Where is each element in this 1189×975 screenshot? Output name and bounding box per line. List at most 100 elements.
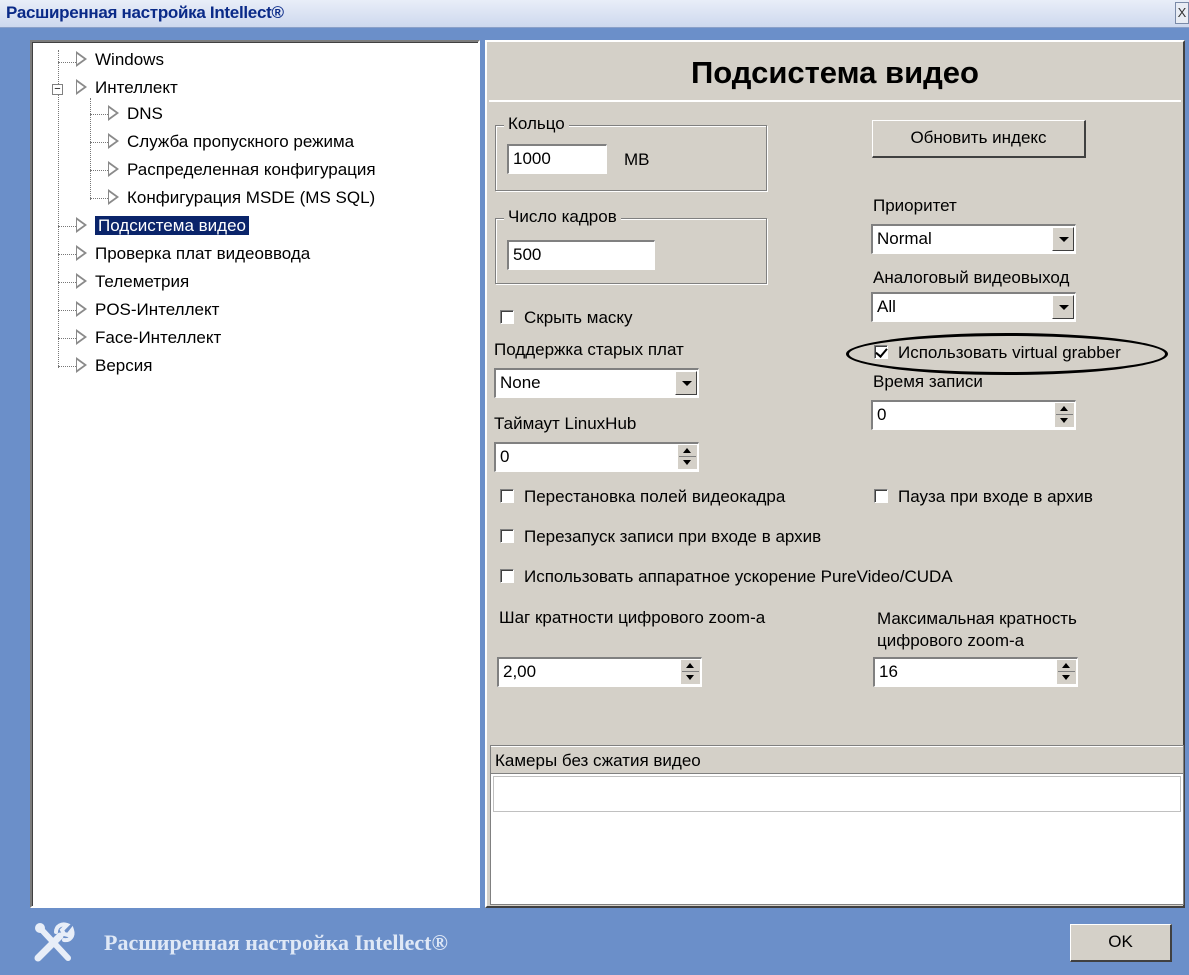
tree-item-label: Версия — [95, 356, 153, 375]
tree-connector — [90, 114, 108, 115]
tree-item-label: Windows — [95, 50, 164, 69]
triangle-right-icon — [108, 160, 119, 177]
tree-connector — [58, 366, 76, 367]
tree-connector — [90, 198, 108, 199]
footer-bar: Расширенная настройка Intellect® OK — [0, 912, 1189, 975]
triangle-right-icon — [76, 78, 87, 95]
analog-out-value: All — [877, 297, 896, 316]
highlight-ellipse — [846, 333, 1168, 375]
tree-connector — [58, 226, 76, 227]
record-time-spinner[interactable]: 0 — [871, 400, 1076, 430]
zoom-max-spinner[interactable]: 16 — [873, 657, 1078, 687]
restart-record-checkbox[interactable]: Перезапуск записи при входе в архив — [500, 527, 821, 547]
tree-item-label: Распределенная конфигурация — [127, 160, 376, 179]
pause-archive-checkbox[interactable]: Пауза при входе в архив — [874, 487, 1093, 507]
list-header[interactable]: Камеры без сжатия видео — [491, 746, 1183, 774]
tree-connector — [58, 254, 76, 255]
title-bar: Расширенная настройка Intellect® X — [0, 0, 1189, 28]
frames-count-input[interactable]: 500 — [507, 240, 655, 270]
tools-icon — [34, 922, 75, 962]
triangle-right-icon — [76, 328, 87, 345]
update-index-button[interactable]: Обновить индекс — [872, 120, 1086, 158]
tree-item-windows[interactable]: Windows — [76, 48, 164, 72]
hw-accel-checkbox[interactable]: Использовать аппаратное ускорение PureVi… — [500, 567, 953, 587]
dropdown-arrow-icon[interactable] — [675, 371, 697, 395]
tree-item-label: Телеметрия — [95, 272, 190, 291]
ok-button[interactable]: OK — [1070, 924, 1172, 962]
tree-item-label: Проверка плат видеоввода — [95, 244, 311, 263]
zoom-step-spinner[interactable]: 2,00 — [497, 657, 702, 687]
analog-out-label: Аналоговый видеовыход — [873, 268, 1070, 287]
tree-connector — [90, 142, 108, 143]
priority-value: Normal — [877, 229, 932, 248]
checkbox-icon — [500, 488, 514, 503]
zoom-max-value: 16 — [879, 662, 898, 681]
tree-connector — [58, 310, 76, 311]
linuxhub-timeout-label: Таймаут LinuxHub — [494, 414, 637, 433]
triangle-right-icon — [76, 272, 87, 289]
field-swap-label: Перестановка полей видеокадра — [524, 487, 786, 506]
frames-group-label: Число кадров — [504, 207, 621, 227]
hide-mask-label: Скрыть маску — [524, 308, 633, 327]
settings-tree[interactable]: − Windows Интеллект DNS Служба пропускно… — [30, 40, 480, 908]
legacy-boards-label: Поддержка старых плат — [494, 340, 684, 359]
triangle-right-icon — [76, 300, 87, 317]
tree-item-label: Интеллект — [95, 78, 178, 97]
ring-unit-label: MB — [624, 150, 650, 169]
tree-item-version[interactable]: Версия — [76, 354, 152, 378]
legacy-boards-select[interactable]: None — [494, 368, 699, 398]
tree-item-intellect[interactable]: Интеллект — [76, 76, 178, 100]
triangle-right-icon — [76, 50, 87, 67]
tree-connector — [90, 170, 108, 171]
tree-item-label: Face-Интеллект — [95, 328, 222, 347]
linuxhub-timeout-value: 0 — [500, 447, 510, 466]
checkbox-icon — [874, 488, 888, 503]
linuxhub-timeout-spinner[interactable]: 0 — [494, 442, 699, 472]
list-row[interactable] — [493, 776, 1181, 812]
footer-title: Расширенная настройка Intellect® — [104, 930, 448, 955]
tree-item-pos-intellect[interactable]: POS-Интеллект — [76, 298, 219, 322]
ring-size-input[interactable]: 1000 — [507, 144, 607, 174]
triangle-right-icon — [76, 244, 87, 261]
priority-select[interactable]: Normal — [871, 224, 1076, 254]
tree-item-telemetry[interactable]: Телеметрия — [76, 270, 189, 294]
tree-item-access-service[interactable]: Служба пропускного режима — [108, 130, 354, 154]
record-time-value: 0 — [877, 405, 887, 424]
tree-item-msde-config[interactable]: Конфигурация MSDE (MS SQL) — [108, 186, 375, 210]
checkbox-icon — [500, 568, 514, 583]
spin-arrows-icon[interactable] — [680, 660, 700, 684]
hw-accel-label: Использовать аппаратное ускорение PureVi… — [524, 567, 953, 586]
tree-item-video-subsystem[interactable]: Подсистема видео — [76, 214, 249, 238]
checkbox-icon — [500, 528, 514, 543]
spin-arrows-icon[interactable] — [1054, 403, 1074, 427]
uncompressed-cameras-list[interactable]: Камеры без сжатия видео — [490, 745, 1184, 905]
triangle-right-icon — [108, 132, 119, 149]
checkbox-icon — [500, 309, 514, 324]
tree-item-capture-boards[interactable]: Проверка плат видеоввода — [76, 242, 310, 266]
tree-item-label: Подсистема видео — [95, 216, 249, 235]
tree-item-distributed-config[interactable]: Распределенная конфигурация — [108, 158, 376, 182]
tree-item-dns[interactable]: DNS — [108, 102, 163, 126]
zoom-max-label-line2: цифрового zoom-a — [877, 631, 1025, 650]
priority-label: Приоритет — [873, 196, 957, 215]
dropdown-arrow-icon[interactable] — [1052, 295, 1074, 319]
zoom-step-label: Шаг кратности цифрового zoom-a — [499, 608, 766, 627]
tree-connector — [58, 282, 76, 283]
tree-item-label: POS-Интеллект — [95, 300, 220, 319]
tree-item-label: Служба пропускного режима — [127, 132, 355, 151]
close-button[interactable]: X — [1175, 2, 1189, 24]
tree-item-label: DNS — [127, 104, 163, 123]
collapse-icon[interactable]: − — [52, 84, 63, 95]
spin-arrows-icon[interactable] — [1056, 660, 1076, 684]
zoom-max-label: Максимальная кратность цифрового zoom-a — [877, 608, 1077, 652]
analog-out-select[interactable]: All — [871, 292, 1076, 322]
hide-mask-checkbox[interactable]: Скрыть маску — [500, 308, 633, 328]
triangle-right-icon — [76, 216, 87, 233]
zoom-max-label-line1: Максимальная кратность — [877, 609, 1077, 628]
tree-item-face-intellect[interactable]: Face-Интеллект — [76, 326, 221, 350]
zoom-step-value: 2,00 — [503, 662, 537, 681]
tree-connector — [58, 62, 76, 63]
dropdown-arrow-icon[interactable] — [1052, 227, 1074, 251]
spin-arrows-icon[interactable] — [677, 445, 697, 469]
field-swap-checkbox[interactable]: Перестановка полей видеокадра — [500, 487, 785, 507]
